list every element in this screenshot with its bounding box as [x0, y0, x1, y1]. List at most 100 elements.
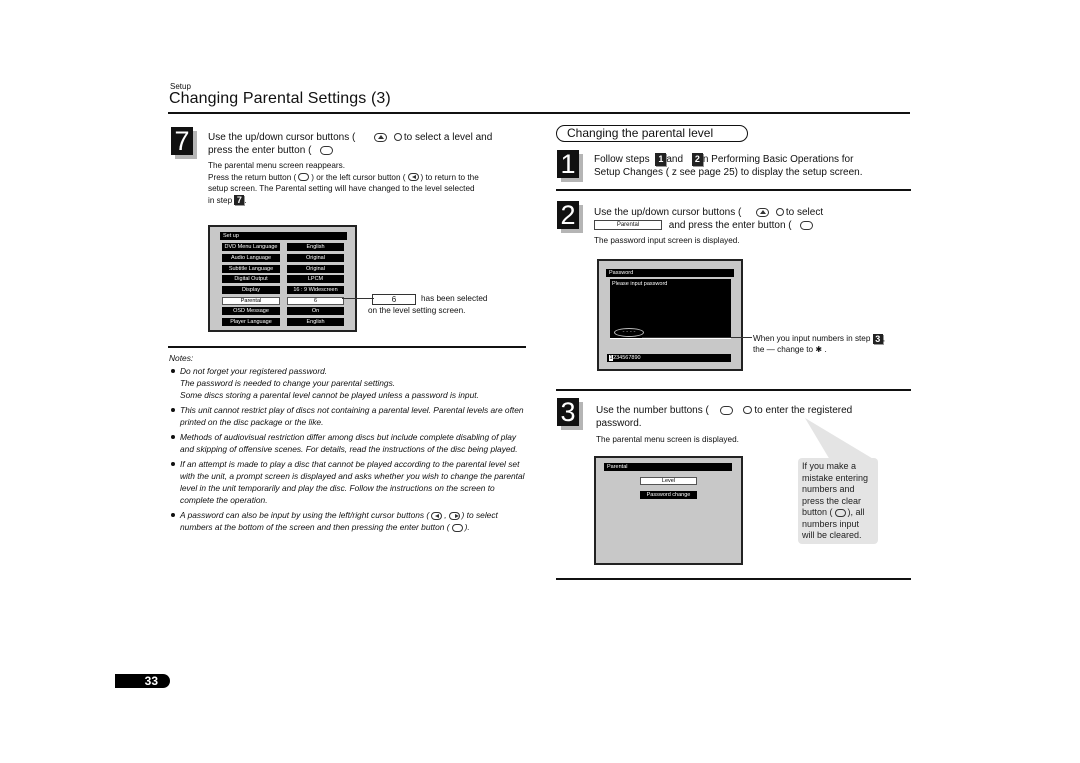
- cursor-up-icon: [374, 132, 388, 142]
- notes-list: Do not forget your registered password. T…: [169, 365, 529, 506]
- number-options[interactable]: 234567890: [613, 355, 641, 361]
- text: ) or the left cursor button (: [311, 172, 406, 182]
- step-7-text: Use the up/down cursor buttons (: [208, 132, 356, 143]
- number-zero-button-icon: [719, 405, 733, 415]
- return-button-icon: [298, 173, 310, 182]
- step-ref-badge: 1: [655, 153, 667, 166]
- setup-row-label[interactable]: Subtitle Language: [222, 265, 280, 273]
- setup-row-label[interactable]: Digital Output: [222, 275, 280, 283]
- note-item: If an attempt is made to play a disc tha…: [169, 458, 529, 506]
- tip-callout: If you make a mistake entering numbers a…: [798, 458, 878, 544]
- note-item: This unit cannot restrict play of discs …: [169, 404, 529, 428]
- step-1-instruction: Follow steps 1 and 2n Performing Basic Op…: [594, 153, 914, 179]
- step-ref-badge: 7: [234, 195, 245, 206]
- selected-level-box: 6: [372, 294, 416, 305]
- parental-menu-item: Parental: [594, 220, 662, 231]
- step-divider: [556, 389, 911, 391]
- step-7-body: The parental menu screen reappears. Pres…: [208, 160, 528, 206]
- setup-row-label[interactable]: Audio Language: [222, 254, 280, 262]
- cursor-up-icon: [756, 207, 770, 217]
- setup-row-label[interactable]: Player Language: [222, 318, 280, 326]
- parental-screen-title: Parental: [604, 463, 732, 471]
- title-divider: [168, 112, 910, 114]
- text: ), all: [847, 507, 865, 517]
- text: to enter the registered: [754, 405, 853, 416]
- text: A password can also be input by using th…: [180, 510, 430, 520]
- notes-divider: [168, 346, 526, 348]
- step-number-3: 3: [557, 398, 579, 427]
- text: and press the enter button (: [668, 220, 792, 231]
- text: Use the number buttons (: [596, 405, 709, 416]
- text: Press the return button (: [208, 172, 297, 182]
- setup-row-label[interactable]: Display: [222, 286, 280, 294]
- number-selector[interactable]: 1234567890: [607, 354, 731, 362]
- parental-screen: Parental Level Password change: [594, 456, 743, 565]
- setup-row-value[interactable]: 6: [287, 297, 344, 305]
- step-2-body: The password input screen is displayed.: [594, 236, 740, 245]
- setup-row-label[interactable]: Parental: [222, 297, 280, 305]
- body-text: Press the return button ( ) or the left c…: [208, 172, 528, 184]
- tip-text: numbers input: [802, 518, 860, 529]
- text: Use the up/down cursor buttons (: [594, 207, 742, 218]
- text: Follow steps: [594, 154, 650, 166]
- callout-pointer: [805, 418, 875, 460]
- step-7-instruction: Use the up/down cursor buttons ( to sele…: [208, 131, 528, 157]
- password-screen-title: Password: [606, 269, 734, 277]
- password-field[interactable]: - - - -: [614, 328, 644, 337]
- text: n Performing Basic Operations for: [702, 154, 854, 166]
- step-ref-badge: 2: [691, 153, 703, 166]
- step-number-7: 7: [171, 127, 193, 156]
- step-number-1: 1: [557, 150, 579, 179]
- parental-option-password-change[interactable]: Password change: [640, 491, 697, 499]
- setup-row-label[interactable]: OSD Message: [222, 307, 280, 315]
- text: password.: [596, 418, 642, 429]
- page-title: Changing Parental Settings (3): [169, 90, 391, 107]
- setup-screen: Set up DVD Menu Language English Audio Lan…: [208, 225, 357, 332]
- parental-option-level[interactable]: Level: [640, 477, 697, 485]
- setup-row-value[interactable]: Original: [287, 265, 344, 273]
- setup-row-value[interactable]: English: [287, 318, 344, 326]
- text: ).: [464, 522, 470, 532]
- text: the — change to ✱ .: [753, 345, 827, 354]
- notes-section: Notes: Do not forget your registered pas…: [169, 352, 529, 536]
- setup-screen-title: Set up: [220, 232, 347, 240]
- note-item: Methods of audiovisual restriction diffe…: [169, 431, 529, 455]
- text: ) to return to the: [420, 172, 479, 182]
- step-number-2: 2: [557, 201, 579, 230]
- text: to select: [785, 207, 824, 218]
- setup-row-label[interactable]: DVD Menu Language: [222, 243, 280, 251]
- tip-text: press the clear: [802, 495, 862, 506]
- setup-row-value[interactable]: On: [287, 307, 344, 315]
- tip-text: mistake entering: [802, 472, 869, 483]
- setup-row-value[interactable]: English: [287, 243, 344, 251]
- password-prompt: Please input password: [612, 281, 668, 287]
- step-ref-badge: 3: [872, 333, 883, 344]
- notes-title: Notes:: [169, 353, 194, 363]
- step-7-text: to select a level and: [403, 132, 493, 143]
- setup-row-value[interactable]: 16 : 9 Widescreen: [287, 286, 344, 294]
- enter-button-icon: [320, 145, 334, 155]
- setup-row-value[interactable]: LPCM: [287, 275, 344, 283]
- setup-row-value[interactable]: Original: [287, 254, 344, 262]
- text: in step: [208, 195, 233, 205]
- step-2-instruction: Use the up/down cursor buttons ( to sele…: [594, 206, 914, 232]
- step-7-text: press the enter button (: [208, 145, 312, 156]
- callout-line: [642, 337, 752, 338]
- body-text: in step 7.: [208, 195, 528, 207]
- tip-text: numbers and: [802, 484, 855, 494]
- text: When you input numbers in step: [753, 334, 871, 343]
- bottom-divider: [556, 578, 911, 580]
- callout-text: on the level setting screen.: [368, 306, 466, 315]
- body-text: The parental menu screen reappears.: [208, 161, 345, 170]
- cursor-left-icon: [431, 511, 443, 520]
- tip-text: will be cleared.: [802, 530, 862, 540]
- enter-button-icon: [800, 220, 814, 230]
- body-text: setup screen. The Parental setting will …: [208, 184, 475, 193]
- section-heading: Changing the parental level: [556, 125, 748, 142]
- cursor-down-icon: [775, 208, 784, 217]
- tip-text: button (), all: [802, 507, 874, 519]
- cursor-right-icon: [448, 511, 460, 520]
- text: ,: [444, 510, 447, 520]
- tip-text: If you make a: [802, 461, 857, 471]
- step-divider: [556, 189, 911, 191]
